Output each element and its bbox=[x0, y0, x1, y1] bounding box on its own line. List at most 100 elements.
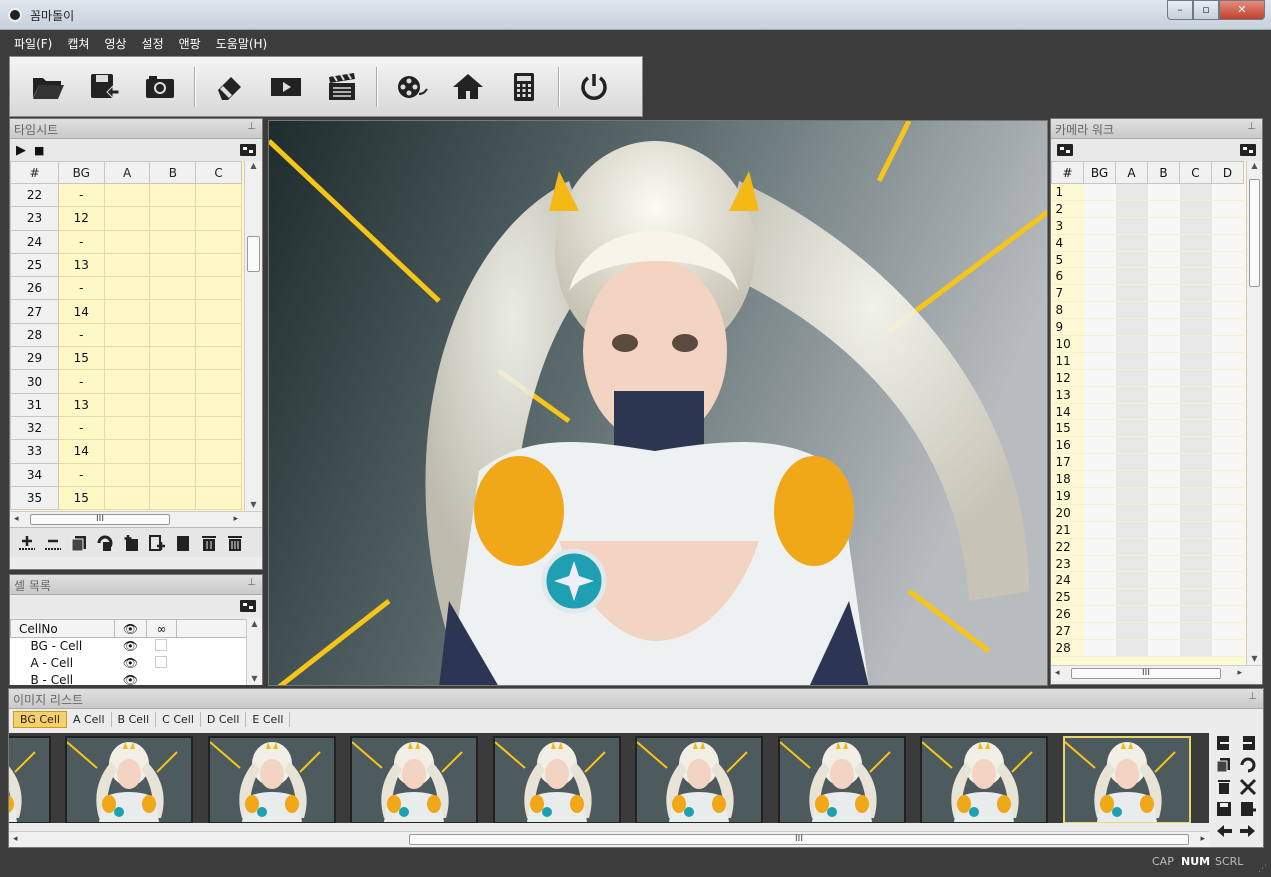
table-row[interactable]: 14 bbox=[1051, 403, 1244, 421]
image-thumbnail[interactable] bbox=[9, 736, 51, 823]
table-row[interactable]: 1 bbox=[1051, 183, 1244, 201]
panel-view-icon[interactable] bbox=[240, 600, 256, 612]
sheet-cell[interactable] bbox=[149, 415, 197, 441]
camera-cell[interactable] bbox=[1115, 369, 1148, 387]
open-folder-icon[interactable] bbox=[23, 62, 73, 112]
image-thumbnail[interactable] bbox=[777, 736, 906, 823]
home-icon[interactable] bbox=[443, 62, 493, 112]
sheet-cell[interactable] bbox=[195, 392, 242, 417]
arrow-right-icon[interactable] bbox=[1237, 821, 1259, 841]
table-row[interactable]: 22 bbox=[1051, 538, 1244, 556]
paste-image-icon[interactable] bbox=[1237, 755, 1259, 775]
sheet-cell[interactable] bbox=[103, 276, 151, 301]
camera-cell[interactable] bbox=[1211, 200, 1244, 218]
sheet-cell[interactable] bbox=[149, 182, 197, 208]
camera-cell[interactable] bbox=[1083, 301, 1116, 320]
camera-cell[interactable] bbox=[1179, 504, 1212, 522]
eraser-icon[interactable] bbox=[205, 62, 255, 112]
timesheet-vscrollbar[interactable]: ▲ ▼ bbox=[244, 161, 262, 511]
camera-cell[interactable] bbox=[1211, 453, 1244, 472]
camera-cell[interactable] bbox=[1115, 639, 1148, 657]
camera-cell[interactable] bbox=[1147, 386, 1180, 404]
camera-cell[interactable] bbox=[1211, 622, 1244, 641]
delete-image-icon[interactable] bbox=[1213, 777, 1235, 797]
table-row[interactable]: 31 13 bbox=[10, 392, 242, 417]
camera-cell[interactable] bbox=[1179, 622, 1212, 641]
camera-cell[interactable] bbox=[1211, 301, 1244, 320]
camera-cell[interactable] bbox=[1179, 352, 1212, 370]
sheet-cell[interactable] bbox=[149, 299, 197, 324]
bg-cell[interactable]: 15 bbox=[57, 346, 105, 371]
eye-icon[interactable]: 👁 bbox=[115, 638, 147, 655]
camera-cell[interactable] bbox=[1211, 352, 1244, 370]
bg-cell[interactable]: 15 bbox=[57, 485, 105, 511]
camera-cell[interactable] bbox=[1083, 217, 1116, 235]
sheet-cell[interactable] bbox=[103, 439, 151, 464]
camera-cell[interactable] bbox=[1147, 318, 1180, 337]
menu-capture[interactable]: 캡쳐 bbox=[67, 35, 89, 52]
camera-cell[interactable] bbox=[1083, 284, 1116, 303]
copy-cells-icon[interactable] bbox=[66, 532, 92, 554]
table-row[interactable]: 26 bbox=[1051, 605, 1244, 624]
table-row[interactable]: 35 15 bbox=[10, 485, 242, 511]
camera-cell[interactable] bbox=[1179, 521, 1212, 539]
sheet-cell[interactable] bbox=[149, 485, 197, 511]
cell-list-vscrollbar[interactable]: ▲ ▼ bbox=[246, 619, 262, 685]
move-left-icon[interactable] bbox=[1213, 733, 1235, 753]
sheet-cell[interactable] bbox=[195, 415, 242, 441]
sheet-cell[interactable] bbox=[149, 206, 197, 231]
camera-cell[interactable] bbox=[1147, 521, 1180, 539]
table-row[interactable]: 30- bbox=[10, 369, 242, 394]
camera-cell[interactable] bbox=[1211, 504, 1244, 522]
camera-cell[interactable] bbox=[1211, 538, 1244, 556]
table-row[interactable]: 21 bbox=[1051, 521, 1244, 539]
camera-cell[interactable] bbox=[1147, 335, 1180, 353]
video-icon[interactable] bbox=[261, 62, 311, 112]
camera-cell[interactable] bbox=[1083, 403, 1116, 421]
table-row[interactable]: 28- bbox=[10, 322, 242, 348]
image-thumbnail[interactable] bbox=[635, 736, 763, 823]
camera-cell[interactable] bbox=[1147, 301, 1180, 320]
sheet-cell[interactable] bbox=[103, 369, 151, 394]
camera-cell[interactable] bbox=[1211, 403, 1244, 421]
sheet-cell[interactable] bbox=[103, 392, 151, 417]
insert-cells-icon[interactable] bbox=[118, 532, 144, 554]
camera-cell[interactable] bbox=[1083, 200, 1116, 218]
bg-cell[interactable]: - bbox=[57, 276, 105, 301]
camera-cell[interactable] bbox=[1179, 386, 1212, 404]
tab-d-cell[interactable]: D Cell bbox=[201, 711, 247, 727]
sheet-cell[interactable] bbox=[103, 322, 151, 348]
camera-cell[interactable] bbox=[1115, 504, 1148, 522]
camera-cell[interactable] bbox=[1179, 301, 1212, 320]
camera-cell[interactable] bbox=[1083, 251, 1116, 269]
bg-cell[interactable]: - bbox=[57, 415, 105, 441]
sheet-cell[interactable] bbox=[195, 276, 242, 301]
sheet-cell[interactable] bbox=[149, 369, 197, 394]
sheet-cell[interactable] bbox=[103, 206, 151, 231]
camera-cell[interactable] bbox=[1211, 436, 1244, 455]
fit-image-icon[interactable] bbox=[1237, 777, 1259, 797]
camera-cell[interactable] bbox=[1147, 217, 1180, 235]
sheet-cell[interactable] bbox=[195, 369, 242, 394]
camera-cell[interactable] bbox=[1083, 538, 1116, 556]
camera-cell[interactable] bbox=[1211, 571, 1244, 590]
list-item[interactable]: B - Cell 👁 bbox=[11, 672, 263, 685]
camera-cell[interactable] bbox=[1211, 588, 1244, 607]
table-row[interactable]: 9 bbox=[1051, 318, 1244, 337]
camera-cell[interactable] bbox=[1179, 284, 1212, 303]
camera-cell[interactable] bbox=[1147, 588, 1180, 607]
sheet-cell[interactable] bbox=[149, 252, 197, 278]
camera-cell[interactable] bbox=[1211, 267, 1244, 286]
camera-cell[interactable] bbox=[1179, 538, 1212, 556]
view-toggle-icon[interactable] bbox=[1057, 144, 1073, 156]
add-row-icon[interactable] bbox=[14, 532, 40, 554]
camera-cell[interactable] bbox=[1179, 605, 1212, 624]
table-row[interactable]: 22- bbox=[10, 182, 242, 208]
sheet-cell[interactable] bbox=[103, 346, 151, 371]
camera-cell[interactable] bbox=[1083, 436, 1116, 455]
camera-cell[interactable] bbox=[1147, 605, 1180, 624]
camera-cell[interactable] bbox=[1211, 234, 1244, 252]
camera-cell[interactable] bbox=[1115, 200, 1148, 218]
camera-work-vscrollbar[interactable]: ▲ ▼ bbox=[1246, 161, 1262, 665]
table-row[interactable]: 20 bbox=[1051, 504, 1244, 522]
